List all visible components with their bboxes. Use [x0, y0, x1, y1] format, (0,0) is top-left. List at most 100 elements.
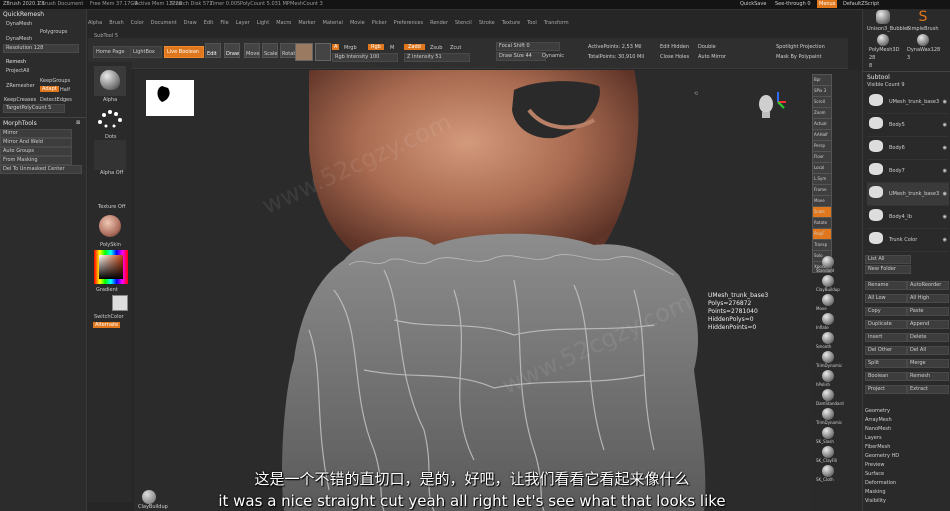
projectall-button[interactable]: ProjectAll: [6, 68, 29, 74]
subtool-op-button[interactable]: Extract: [907, 385, 949, 394]
morph-item[interactable]: Del To Unmasked Center: [0, 165, 82, 174]
brush-preset-icon[interactable]: [822, 275, 834, 287]
menus-button[interactable]: Menus: [817, 0, 838, 8]
brush-preset-icon[interactable]: [822, 351, 834, 363]
color-picker[interactable]: [94, 250, 128, 284]
subtool-row[interactable]: Trunk Color ◉: [867, 229, 949, 252]
close-holes-button[interactable]: Close Holes: [660, 54, 689, 60]
auto-mirror-button[interactable]: Auto Mirror: [698, 54, 726, 60]
tool-thumb[interactable]: S: [913, 9, 933, 25]
subtool-op-button[interactable]: Merge: [907, 359, 949, 368]
subtool-op-button[interactable]: AutoReorder: [907, 281, 949, 290]
tool-thumb[interactable]: [873, 9, 893, 25]
menu-item[interactable]: Layer: [236, 18, 250, 28]
eye-icon[interactable]: ◉: [943, 191, 947, 197]
subtool-op-button[interactable]: Project: [865, 385, 907, 394]
rgb-button[interactable]: Rgb: [368, 44, 384, 50]
subtool-op-button[interactable]: Insert: [865, 333, 907, 342]
subtool-op-button[interactable]: All High: [907, 294, 949, 303]
mask-by-polypaint-button[interactable]: Mask By Polypaint: [776, 54, 821, 60]
m-button[interactable]: M: [390, 45, 394, 51]
material-slot[interactable]: [94, 212, 126, 242]
quickremesh-title[interactable]: QuickRemesh: [3, 11, 44, 18]
subtool-row[interactable]: Body5 ◉: [867, 114, 949, 137]
tool-section-header[interactable]: NanoMesh: [865, 425, 949, 434]
adapt-button[interactable]: Adapt: [40, 86, 59, 92]
tool-section-header[interactable]: Deformation: [865, 479, 949, 488]
alpha-slot[interactable]: [94, 66, 126, 96]
material-swatch[interactable]: [295, 43, 313, 61]
double-button[interactable]: Double: [698, 44, 716, 50]
alternate-button[interactable]: Alternate: [93, 322, 121, 328]
tool-section-header[interactable]: Layers: [865, 434, 949, 443]
tool-section-header[interactable]: Surface: [865, 470, 949, 479]
menu-item[interactable]: Draw: [184, 18, 197, 28]
color-square[interactable]: [99, 255, 123, 279]
menu-item[interactable]: Render: [430, 18, 448, 28]
list-all-button[interactable]: List All: [865, 255, 911, 264]
brush-preset-icon[interactable]: [822, 465, 834, 477]
morph-item[interactable]: Mirror And Weld: [0, 138, 72, 147]
quicksave-button[interactable]: QuickSave: [740, 1, 766, 7]
subtool-op-button[interactable]: Paste: [907, 307, 949, 316]
subtool-op-button[interactable]: Del All: [907, 346, 949, 355]
remesh-title[interactable]: Remesh: [6, 59, 26, 65]
subtool-op-button[interactable]: Boolean: [865, 372, 907, 381]
morph-item[interactable]: Auto Groups: [0, 147, 72, 156]
viewport[interactable]: ⟲ UMesh_trunk_base3 Polys=276872 Points=…: [134, 70, 810, 511]
subtool-op-button[interactable]: Append: [907, 320, 949, 329]
eye-icon[interactable]: ◉: [943, 122, 947, 128]
tool-section-header[interactable]: Geometry HD: [865, 452, 949, 461]
subtool-op-button[interactable]: Rename: [865, 281, 907, 290]
brush-preset-icon[interactable]: [822, 408, 834, 420]
brush-preset-icon[interactable]: [822, 313, 834, 325]
tool-thumb[interactable]: [913, 33, 933, 47]
subtool-row[interactable]: UMesh_trunk_base3 ◉: [867, 183, 949, 206]
subtool-op-button[interactable]: All Low: [865, 294, 907, 303]
axis-icon[interactable]: ⟲: [694, 91, 698, 97]
menu-item[interactable]: Transform: [544, 18, 569, 28]
zcut-button[interactable]: Zcut: [450, 45, 461, 51]
tool-section-header[interactable]: ArrayMesh: [865, 416, 949, 425]
target-polycount-slider[interactable]: TargetPolyCount 5: [3, 104, 65, 113]
eye-icon[interactable]: ◉: [943, 99, 947, 105]
draw-size-slider[interactable]: Draw Size 44: [496, 52, 546, 61]
menu-item[interactable]: Alpha: [88, 18, 102, 28]
mrgb-button[interactable]: Mrgb: [344, 45, 357, 51]
rgb-intensity-slider[interactable]: Rgb Intensity 100: [332, 53, 398, 62]
zadd-active[interactable]: Zadd: [404, 44, 425, 50]
new-folder-button[interactable]: New Folder: [865, 265, 911, 274]
color-swatch[interactable]: [315, 43, 331, 61]
menu-item[interactable]: Picker: [372, 18, 387, 28]
morphtools-title[interactable]: MorphTools: [3, 120, 37, 127]
eye-icon[interactable]: ◉: [943, 237, 947, 243]
subtool-row[interactable]: Body6 ◉: [867, 137, 949, 160]
resolution-slider[interactable]: Resolution 128: [3, 44, 79, 53]
morph-item[interactable]: Mirror: [0, 129, 72, 138]
menu-item[interactable]: Macro: [276, 18, 291, 28]
tool-section-header[interactable]: Preview: [865, 461, 949, 470]
morph-item[interactable]: From Masking: [0, 156, 72, 165]
subtool-op-button[interactable]: Remesh: [907, 372, 949, 381]
half-button[interactable]: Half: [60, 87, 70, 93]
menu-item[interactable]: Stencil: [455, 18, 472, 28]
edit-button[interactable]: Edit: [205, 43, 221, 58]
menu-item[interactable]: Color: [131, 18, 144, 28]
subtool-op-button[interactable]: Split: [865, 359, 907, 368]
subtool-title[interactable]: Subtool: [867, 74, 890, 81]
spotlight-projection-button[interactable]: Spotlight Projection: [776, 44, 825, 50]
brush-preset-icon[interactable]: [822, 389, 834, 401]
eye-icon[interactable]: ◉: [943, 168, 947, 174]
eye-icon[interactable]: ◉: [943, 145, 947, 151]
polygroups-button[interactable]: Polygroups: [40, 29, 67, 35]
zremesher-button[interactable]: ZRemesher: [6, 83, 35, 89]
subtool-row[interactable]: Body4_lb ◉: [867, 206, 949, 229]
tool-section-header[interactable]: Masking: [865, 488, 949, 497]
scale-button[interactable]: Scale: [262, 43, 278, 58]
subtool-op-button[interactable]: Del Other: [865, 346, 907, 355]
menu-item[interactable]: File: [220, 18, 228, 28]
detectedges-button[interactable]: DetectEdges: [40, 97, 72, 103]
tool-thumb[interactable]: [873, 33, 893, 47]
tool-section-header[interactable]: Visibility: [865, 497, 949, 506]
brush-preset-icon[interactable]: [822, 446, 834, 458]
